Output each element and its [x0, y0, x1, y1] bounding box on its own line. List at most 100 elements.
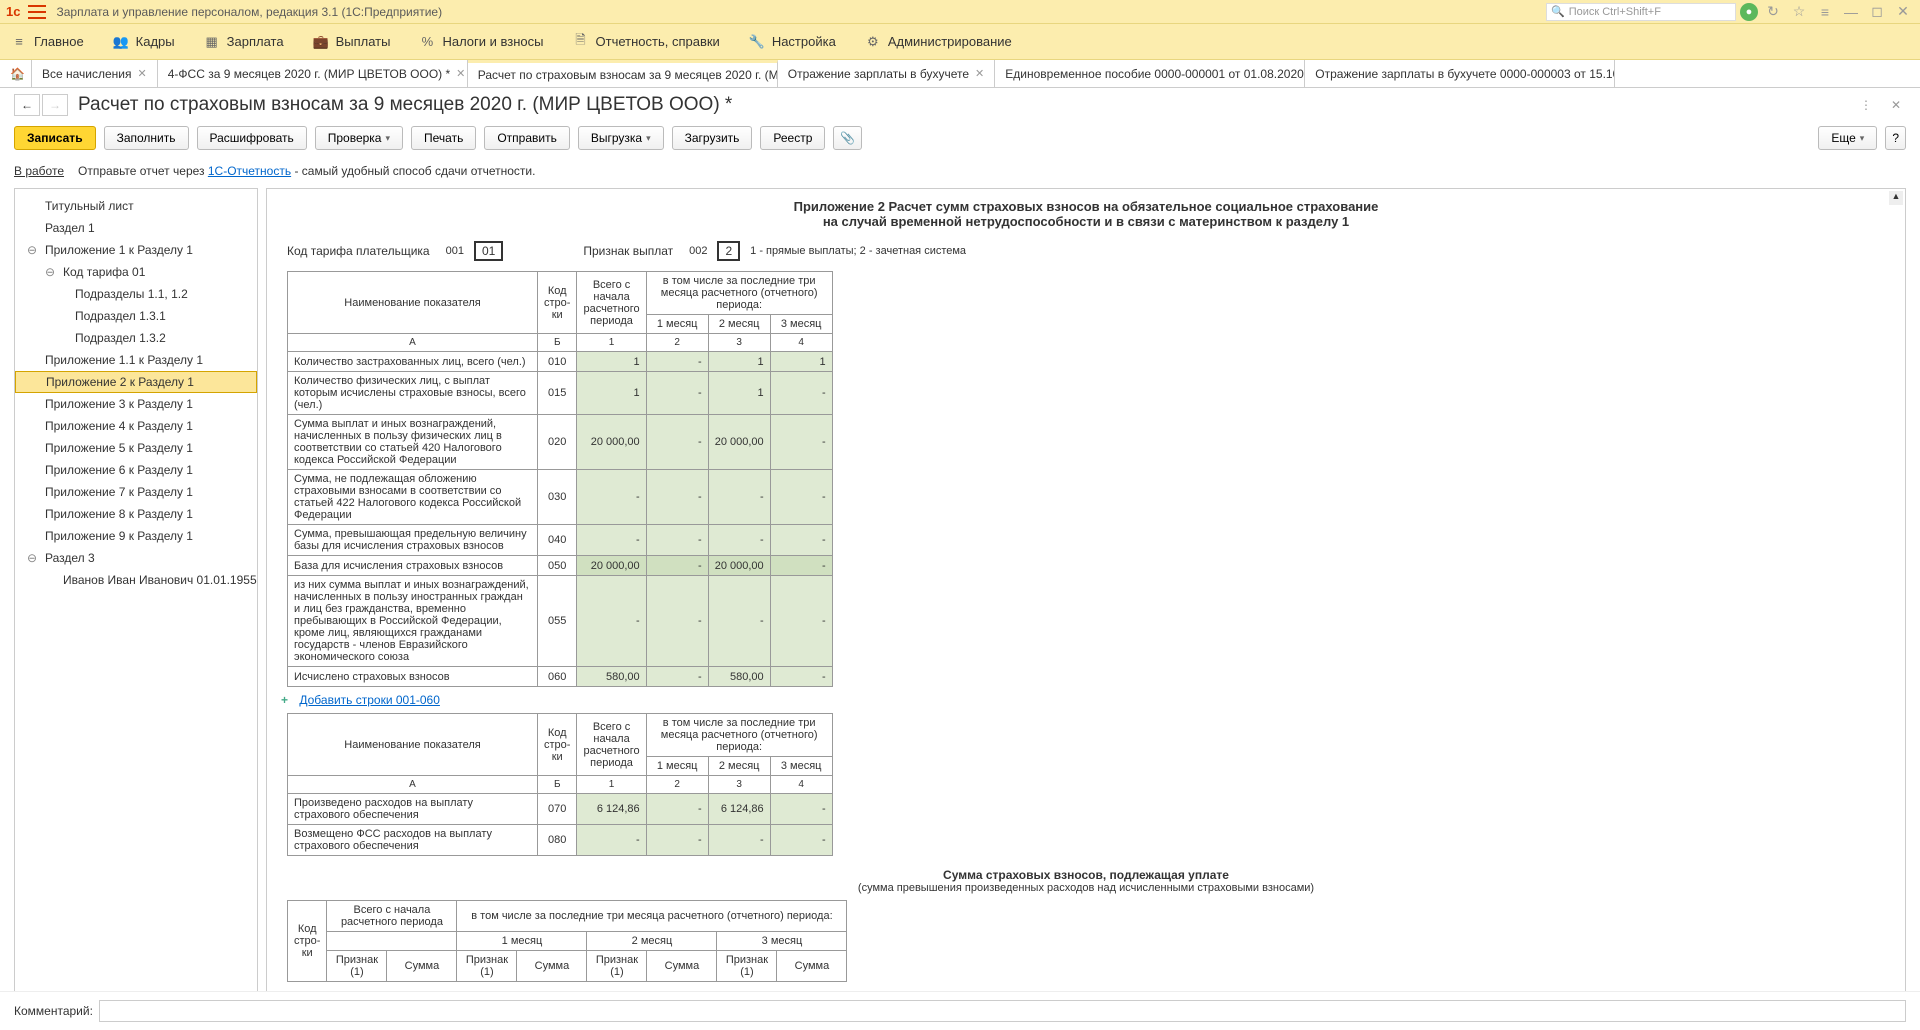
close-icon[interactable]: ✕ [138, 67, 147, 80]
options-icon[interactable]: ⋮ [1856, 98, 1876, 112]
fill-button[interactable]: Заполнить [104, 126, 189, 150]
close-icon[interactable]: ✕ [456, 67, 465, 80]
menu-icon[interactable]: ≡ [1814, 1, 1836, 23]
tree-node[interactable]: Титульный лист [15, 195, 257, 217]
menu-nalogi[interactable]: %Налоги и взносы [418, 33, 543, 51]
comment-input[interactable] [99, 1000, 1906, 1022]
minimize-icon[interactable]: — [1840, 1, 1862, 23]
export-button[interactable]: Выгрузка [578, 126, 664, 150]
tree-toggle-icon[interactable]: ⊖ [27, 551, 39, 565]
home-tab[interactable]: 🏠 [4, 60, 32, 87]
menu-kadry[interactable]: 👥Кадры [112, 33, 175, 51]
report-link[interactable]: 1С-Отчетность [208, 164, 291, 178]
wrench-icon: 🔧 [748, 33, 766, 51]
tree-node[interactable]: Раздел 1 [15, 217, 257, 239]
table-row[interactable]: Сумма, превышающая предельную величину б… [288, 525, 833, 556]
attachment-button[interactable]: 📎 [833, 126, 862, 150]
menu-zarplata[interactable]: ▦Зарплата [203, 33, 284, 51]
tree-label: Подраздел 1.3.2 [75, 331, 166, 345]
tab-0[interactable]: Все начисления✕ [32, 60, 158, 87]
tree-node[interactable]: Приложение 4 к Разделу 1 [15, 415, 257, 437]
menu-vyplaty[interactable]: 💼Выплаты [312, 33, 391, 51]
table-row[interactable]: Возмещено ФСС расходов на выплату страхо… [288, 825, 833, 856]
status-badge[interactable]: В работе [14, 164, 64, 178]
table-row[interactable]: Количество физических лиц, с выплат кото… [288, 372, 833, 415]
print-button[interactable]: Печать [411, 126, 476, 150]
tree-node[interactable]: Приложение 5 к Разделу 1 [15, 437, 257, 459]
tree-node[interactable]: Приложение 6 к Разделу 1 [15, 459, 257, 481]
tree-label: Код тарифа 01 [63, 265, 145, 279]
report-table-1: Наименование показателя Код стро­ки Всег… [287, 271, 833, 687]
save-button[interactable]: Записать [14, 126, 96, 150]
table-row[interactable]: База для исчисления страховых взносов 05… [288, 556, 833, 576]
global-search[interactable]: 🔍 Поиск Ctrl+Shift+F [1546, 3, 1736, 21]
menu-otchet[interactable]: 🗎Отчетность, справки [572, 33, 720, 51]
tree-node[interactable]: Иванов Иван Иванович 01.01.1955 [15, 569, 257, 591]
send-button[interactable]: Отправить [484, 126, 570, 150]
add-rows-link[interactable]: Добавить строки 001-060 [299, 693, 440, 707]
tab-2[interactable]: Расчет по страховым взносам за 9 месяцев… [468, 60, 778, 87]
more-button[interactable]: Еще [1818, 126, 1877, 150]
burger-icon[interactable] [28, 5, 46, 19]
notification-icon[interactable]: ● [1740, 3, 1758, 21]
tree-node[interactable]: Приложение 3 к Разделу 1 [15, 393, 257, 415]
table-row[interactable]: Произведено расходов на выплату страхово… [288, 794, 833, 825]
tree-node[interactable]: ⊖Раздел 3 [15, 547, 257, 569]
tab-1[interactable]: 4-ФСС за 9 месяцев 2020 г. (МИР ЦВЕТОВ О… [158, 60, 468, 87]
menu-main[interactable]: ≡Главное [10, 33, 84, 51]
sub-title: Сумма страховых взносов, подлежащая упла… [279, 868, 1893, 882]
close-icon[interactable]: ✕ [1892, 1, 1914, 23]
titlebar: 1c Зарплата и управление персоналом, ред… [0, 0, 1920, 24]
sign-value[interactable]: 2 [717, 241, 740, 261]
star-icon[interactable]: ☆ [1788, 1, 1810, 23]
tab-4[interactable]: Единовременное пособие 0000-000001 от 01… [995, 60, 1305, 87]
tree-label: Приложение 7 к Разделу 1 [45, 485, 193, 499]
tree-toggle-icon[interactable]: ⊖ [45, 265, 57, 279]
help-button[interactable]: ? [1885, 126, 1906, 150]
tree-label: Приложение 4 к Разделу 1 [45, 419, 193, 433]
back-button[interactable]: ← [14, 94, 40, 116]
decode-button[interactable]: Расшифровать [197, 126, 307, 150]
tariff-value[interactable]: 01 [474, 241, 503, 261]
menu-admin[interactable]: ⚙Администрирование [864, 33, 1012, 51]
table-row[interactable]: из них сумма выплат и иных вознаграждени… [288, 576, 833, 667]
tree-node[interactable]: Подразделы 1.1, 1.2 [15, 283, 257, 305]
nav-tree[interactable]: Титульный листРаздел 1⊖Приложение 1 к Ра… [14, 188, 258, 998]
check-button[interactable]: Проверка [315, 126, 403, 150]
registry-button[interactable]: Реестр [760, 126, 825, 150]
tree-node[interactable]: ⊖ Код тарифа 01 [15, 261, 257, 283]
tree-node[interactable]: Приложение 2 к Разделу 1 [15, 371, 257, 393]
table-row[interactable]: Сумма, не подлежащая обложению страховым… [288, 470, 833, 525]
tree-label: Приложение 5 к Разделу 1 [45, 441, 193, 455]
briefcase-icon: 💼 [312, 33, 330, 51]
menu-nastroika[interactable]: 🔧Настройка [748, 33, 836, 51]
people-icon: 👥 [112, 33, 130, 51]
tree-node[interactable]: ⊖Приложение 1 к Разделу 1 [15, 239, 257, 261]
tree-node[interactable]: Подраздел 1.3.1 [15, 305, 257, 327]
table-row[interactable]: Исчислено страховых взносов 060 580,00 -… [288, 667, 833, 687]
tree-toggle-icon[interactable]: ⊖ [27, 243, 39, 257]
table-row[interactable]: Количество застрахованных лиц, всего (че… [288, 352, 833, 372]
close-icon[interactable]: ✕ [975, 67, 984, 80]
report-table-2: Наименование показателя Код стро­ки Всег… [287, 713, 833, 856]
logo-1c: 1c [6, 4, 20, 19]
table-row[interactable]: Сумма выплат и иных вознаграждений, начи… [288, 415, 833, 470]
tabs-bar: 🏠 Все начисления✕ 4-ФСС за 9 месяцев 202… [0, 60, 1920, 88]
menu-icon: ≡ [10, 33, 28, 51]
scroll-top-icon[interactable]: ▲ [1889, 191, 1903, 205]
maximize-icon[interactable]: ◻ [1866, 1, 1888, 23]
tree-node[interactable]: Приложение 9 к Разделу 1 [15, 525, 257, 547]
tree-node[interactable]: Приложение 7 к Разделу 1 [15, 481, 257, 503]
comment-label: Комментарий: [14, 1004, 93, 1018]
load-button[interactable]: Загрузить [672, 126, 753, 150]
report-content[interactable]: ▲ Приложение 2 Расчет сумм страховых взн… [266, 188, 1906, 998]
tab-3[interactable]: Отражение зарплаты в бухучете✕ [778, 60, 996, 87]
history-icon[interactable]: ↻ [1762, 1, 1784, 23]
close-page-icon[interactable]: ✕ [1886, 98, 1906, 112]
forward-button[interactable]: → [42, 94, 68, 116]
tab-5[interactable]: Отражение зарплаты в бухучете 0000-00000… [1305, 60, 1615, 87]
plus-icon[interactable]: + [281, 693, 288, 707]
tree-node[interactable]: Приложение 8 к Разделу 1 [15, 503, 257, 525]
tree-node[interactable]: Приложение 1.1 к Разделу 1 [15, 349, 257, 371]
tree-node[interactable]: Подраздел 1.3.2 [15, 327, 257, 349]
